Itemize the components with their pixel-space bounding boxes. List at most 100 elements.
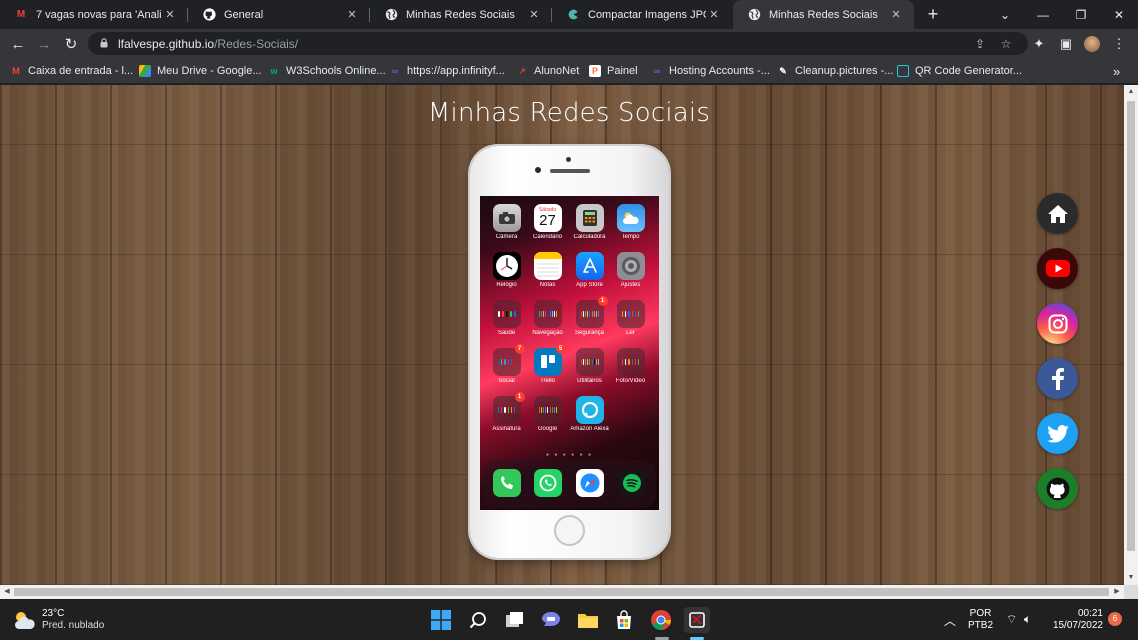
phone-screen: Câmera Sábado 27 Calendário Calculadora bbox=[480, 196, 659, 510]
phone-earpiece bbox=[550, 169, 590, 173]
vertical-scrollbar-thumb[interactable] bbox=[1127, 101, 1135, 551]
weather-widget[interactable]: 23°C Pred. nublado bbox=[12, 608, 104, 632]
scroll-left-icon[interactable]: ◀ bbox=[0, 585, 14, 599]
bookmark-infinityfree[interactable]: ∞ https://app.infinityf... bbox=[389, 63, 505, 79]
calendar-day: 27 bbox=[539, 212, 556, 229]
clock[interactable]: 00:21 15/07/2022 bbox=[1048, 608, 1103, 632]
bookmark-hosting-accounts[interactable]: ∞ Hosting Accounts -... bbox=[651, 63, 770, 79]
globe-icon bbox=[747, 8, 761, 22]
new-tab-button[interactable]: + bbox=[922, 3, 944, 25]
home-link[interactable] bbox=[1037, 193, 1078, 234]
alunonet-icon: ↗ bbox=[518, 65, 526, 76]
youtube-link[interactable] bbox=[1037, 248, 1078, 289]
folder-photo-video: Foto/Vídeo bbox=[610, 348, 651, 394]
instagram-link[interactable] bbox=[1037, 303, 1078, 344]
reload-button[interactable]: ↻ bbox=[59, 32, 83, 56]
share-icon[interactable]: ⇪ bbox=[972, 37, 988, 51]
bookmark-cleanup-pictures[interactable]: ✎ Cleanup.pictures -... bbox=[777, 63, 893, 79]
chat-button[interactable] bbox=[538, 607, 564, 633]
signature-folder-icon: 1 bbox=[492, 392, 525, 424]
profile-avatar[interactable] bbox=[1083, 35, 1101, 53]
browser-toolbar: ← → ↻ lfalvespe.github.io/Redes-Sociais/… bbox=[0, 29, 1138, 58]
app-label: Relógio bbox=[496, 282, 517, 288]
github-link[interactable] bbox=[1037, 468, 1078, 509]
twitter-link[interactable] bbox=[1037, 413, 1078, 454]
folder-read: Ler bbox=[610, 300, 651, 346]
menu-icon[interactable]: ⋮ bbox=[1110, 35, 1128, 53]
tab-redes-sociais-1[interactable]: Minhas Redes Sociais ✕ bbox=[370, 0, 552, 29]
phone-icon bbox=[493, 469, 521, 497]
app-label: Google bbox=[537, 426, 558, 432]
forward-button[interactable]: → bbox=[32, 32, 56, 56]
back-button[interactable]: ← bbox=[6, 32, 30, 56]
language-line2: PTB2 bbox=[968, 620, 994, 631]
scroll-down-icon[interactable]: ▼ bbox=[1124, 571, 1138, 585]
tab-title: 7 vagas novas para 'Analista bbox=[36, 8, 162, 21]
extensions-icon[interactable]: ✦ bbox=[1030, 35, 1048, 53]
folder-signature: 1 Assinatura bbox=[486, 392, 527, 442]
show-hidden-icons-icon[interactable]: ︿ bbox=[944, 612, 956, 629]
calendar-icon: Sábado 27 bbox=[533, 204, 562, 232]
bookmarks-bar: M Caixa de entrada - l... Meu Drive - Goo… bbox=[0, 58, 1138, 84]
close-tab-icon[interactable]: ✕ bbox=[162, 8, 178, 21]
minimize-button[interactable]: — bbox=[1024, 0, 1062, 29]
app-weather: Tempo bbox=[610, 204, 651, 250]
bookmark-caixa-de-entrada[interactable]: M Caixa de entrada - l... bbox=[10, 63, 133, 79]
health-folder-icon bbox=[492, 300, 521, 328]
close-tab-icon[interactable]: ✕ bbox=[526, 8, 542, 21]
wifi-icon[interactable]: ⌔ bbox=[1006, 612, 1017, 627]
search-button[interactable] bbox=[465, 607, 491, 633]
app-calendar: Sábado 27 Calendário bbox=[527, 204, 568, 250]
app-label: Utilitários bbox=[577, 378, 602, 384]
app-label: Navegação bbox=[532, 330, 563, 336]
notification-badge: 5 bbox=[555, 344, 566, 354]
notification-count-badge[interactable]: 6 bbox=[1108, 612, 1122, 626]
vertical-scrollbar[interactable]: ▲ ▼ bbox=[1124, 85, 1138, 585]
close-tab-icon[interactable]: ✕ bbox=[706, 8, 722, 21]
facebook-link[interactable] bbox=[1037, 358, 1078, 399]
store-button[interactable] bbox=[611, 607, 637, 633]
app-label: Social bbox=[498, 378, 515, 384]
volume-icon[interactable]: 🔈︎ bbox=[1024, 612, 1031, 627]
start-button[interactable] bbox=[428, 607, 454, 633]
tab-github[interactable]: General ✕ bbox=[188, 0, 370, 29]
clock-icon bbox=[492, 252, 521, 280]
bookmark-painel[interactable]: P Painel bbox=[589, 63, 638, 79]
snipping-tool-button[interactable] bbox=[684, 607, 710, 633]
url-path: /Redes-Sociais/ bbox=[214, 37, 299, 51]
bookmark-w3schools[interactable]: w W3Schools Online... bbox=[268, 63, 385, 79]
scroll-up-icon[interactable]: ▲ bbox=[1124, 85, 1138, 99]
bookmark-qr-code-generator[interactable]: QR Code Generator... bbox=[897, 63, 1022, 79]
app-label: Calendário bbox=[532, 234, 563, 240]
tab-gmail[interactable]: M 7 vagas novas para 'Analista ✕ bbox=[0, 0, 188, 29]
file-explorer-button[interactable] bbox=[575, 607, 601, 633]
language-indicator[interactable]: POR PTB2 bbox=[968, 608, 993, 632]
whatsapp-icon bbox=[534, 469, 562, 497]
bookmark-meu-drive[interactable]: Meu Drive - Google... bbox=[139, 63, 262, 79]
close-tab-icon[interactable]: ✕ bbox=[888, 8, 904, 21]
bookmark-alunonet[interactable]: ↗ AlunoNet bbox=[516, 63, 579, 79]
tab-search-icon[interactable]: ⌄ bbox=[986, 0, 1024, 29]
scroll-right-icon[interactable]: ▶ bbox=[1110, 585, 1124, 599]
horizontal-scrollbar-thumb[interactable] bbox=[14, 588, 1109, 596]
more-bookmarks-icon[interactable]: » bbox=[1113, 63, 1120, 79]
tab-compactar-imagens[interactable]: Compactar Imagens JPG Onl ✕ bbox=[552, 0, 732, 29]
horizontal-scrollbar[interactable]: ◀ ▶ bbox=[0, 585, 1124, 599]
task-view-button[interactable] bbox=[502, 607, 528, 633]
side-panel-icon[interactable]: ▣ bbox=[1057, 35, 1075, 53]
tab-redes-sociais-active[interactable]: Minhas Redes Sociais ✕ bbox=[733, 0, 914, 29]
address-bar[interactable]: lfalvespe.github.io/Redes-Sociais/ ⇪ ☆ bbox=[88, 32, 1028, 55]
notification-badge: 1 bbox=[597, 296, 608, 306]
bookmark-star-icon[interactable]: ☆ bbox=[998, 37, 1014, 51]
close-window-button[interactable]: ✕ bbox=[1100, 0, 1138, 29]
folder-security: 1 Segurança bbox=[569, 296, 610, 346]
app-label: Câmera bbox=[495, 234, 518, 240]
notification-badge: 1 bbox=[514, 392, 525, 402]
chrome-button[interactable] bbox=[648, 607, 674, 633]
gmail-icon: M bbox=[16, 9, 26, 20]
app-settings: Ajustes bbox=[610, 252, 651, 298]
app-label: App Store bbox=[576, 282, 603, 288]
gmail-icon: M bbox=[12, 66, 20, 76]
close-tab-icon[interactable]: ✕ bbox=[344, 8, 360, 21]
restore-button[interactable]: ❐ bbox=[1062, 0, 1100, 29]
